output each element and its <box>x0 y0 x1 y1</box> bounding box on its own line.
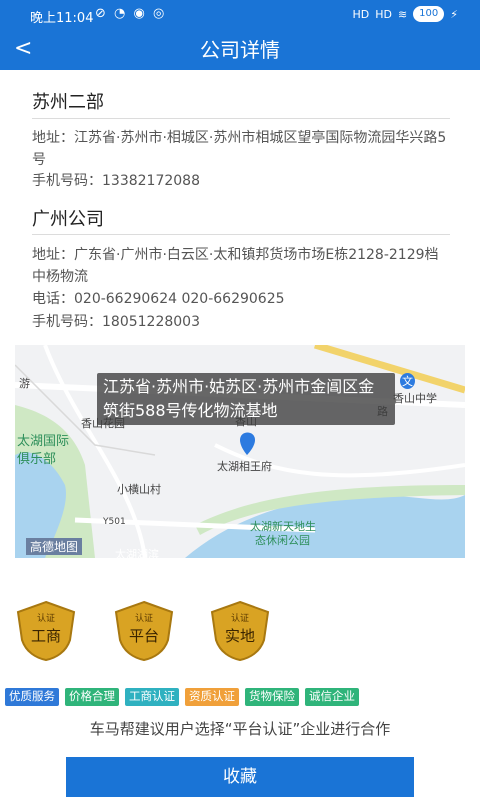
address-value: 广东省·广州市·白云区·太和镇邦货场市场E栋2128-2129档中杨物流 <box>32 247 439 285</box>
badge-pingtai: 认证 平台 <box>112 600 176 662</box>
tag-credit-company: 诚信企业 <box>305 688 359 706</box>
location-pin-icon <box>240 432 255 455</box>
status-right: HD HD ≋ 100 ⚡ <box>352 6 458 22</box>
divider <box>32 118 450 119</box>
status-notification-icons: ⊘ ◔ ◉ ◎ <box>95 6 167 21</box>
badge-main: 平台 <box>128 627 159 645</box>
map-label: 太湖相王府 <box>217 460 272 473</box>
school-icon: 文 <box>400 373 415 389</box>
cooperation-tip: 车马帮建议用户选择“平台认证”企业进行合作 <box>89 720 391 738</box>
cert-badges: 认证 工商 认证 平台 认证 实地 <box>0 600 480 664</box>
badge-top: 认证 <box>36 614 55 624</box>
badge-main: 实地 <box>224 627 255 645</box>
phone-value[interactable]: 020-66290624 020-66290625 <box>74 291 285 307</box>
phone-label: 电话： <box>32 291 74 307</box>
battery-icon: 100 <box>413 6 445 22</box>
tag-business-cert: 工商认证 <box>125 688 179 706</box>
branch-name-suzhou: 苏州二部 <box>32 92 104 113</box>
map-label: 小横山村 <box>117 483 161 496</box>
status-bar: 晚上11:04 ⊘ ◔ ◉ ◎ HD HD ≋ 100 ⚡ <box>0 0 480 30</box>
map-label: 太湖国际 <box>17 434 70 449</box>
badge-top: 认证 <box>134 614 153 624</box>
mobile-value[interactable]: 18051228003 <box>102 314 200 330</box>
badge-gongshang: 认证 工商 <box>14 600 78 662</box>
top-bar: 晚上11:04 ⊘ ◔ ◉ ◎ HD HD ≋ 100 ⚡ < 公司详情 <box>0 0 480 70</box>
branch-name-guangzhou: 广州公司 <box>32 209 104 230</box>
charging-icon: ⚡ <box>450 7 458 21</box>
badge-top: 认证 <box>230 614 249 624</box>
signal-icon-2: HD <box>375 7 392 21</box>
address-label: 地址： <box>32 247 74 263</box>
map-label: 俱乐部 <box>17 452 57 467</box>
mobile-label: 手机号码： <box>32 173 102 189</box>
tag-cargo-insurance: 货物保险 <box>245 688 299 706</box>
tag-reasonable-price: 价格合理 <box>65 688 119 706</box>
badge-shidi: 认证 实地 <box>208 600 272 662</box>
mobile-label: 手机号码： <box>32 314 102 330</box>
service-tags: 优质服务 价格合理 工商认证 资质认证 货物保险 诚信企业 <box>5 688 477 706</box>
badge-main: 工商 <box>30 627 61 645</box>
map-label: 态休闲公园 <box>255 534 310 547</box>
amap-logo: 高德地图 <box>26 538 83 555</box>
mobile-value[interactable]: 13382172088 <box>102 173 200 189</box>
branch1-address: 地址：江苏省·苏州市·相城区·苏州市相城区望亭国际物流园华兴路5号 <box>32 127 452 171</box>
tag-qualification-cert: 资质认证 <box>185 688 239 706</box>
favorite-button[interactable]: 收藏 <box>66 757 414 797</box>
map-label: Y501 <box>103 517 126 527</box>
tag-quality-service: 优质服务 <box>5 688 59 706</box>
address-value: 江苏省·苏州市·相城区·苏州市相城区望亭国际物流园华兴路5号 <box>32 130 447 168</box>
signal-icon: HD <box>352 7 370 21</box>
branch2-address: 地址：广东省·广州市·白云区·太和镇邦货场市场E栋2128-2129档中杨物流 <box>32 244 452 288</box>
branch2-phone: 电话：020-66290624 020-66290625 <box>32 288 452 310</box>
address-label: 地址： <box>32 130 74 146</box>
wifi-icon: ≋ <box>397 7 408 21</box>
map-address-callout: 江苏省·苏州市·姑苏区·苏州市金阊区金筑街588号传化物流基地 <box>97 373 395 425</box>
map-label: 香山中学 <box>393 392 437 405</box>
divider <box>32 234 450 235</box>
page-title: 公司详情 <box>200 38 280 62</box>
map-label: 游 <box>19 377 30 390</box>
status-time: 晚上11:04 <box>30 11 94 26</box>
map-label: 太湖湖滨 <box>115 548 159 558</box>
branch2-mobile: 手机号码：18051228003 <box>32 311 452 333</box>
branch1-mobile: 手机号码：13382172088 <box>32 170 452 192</box>
